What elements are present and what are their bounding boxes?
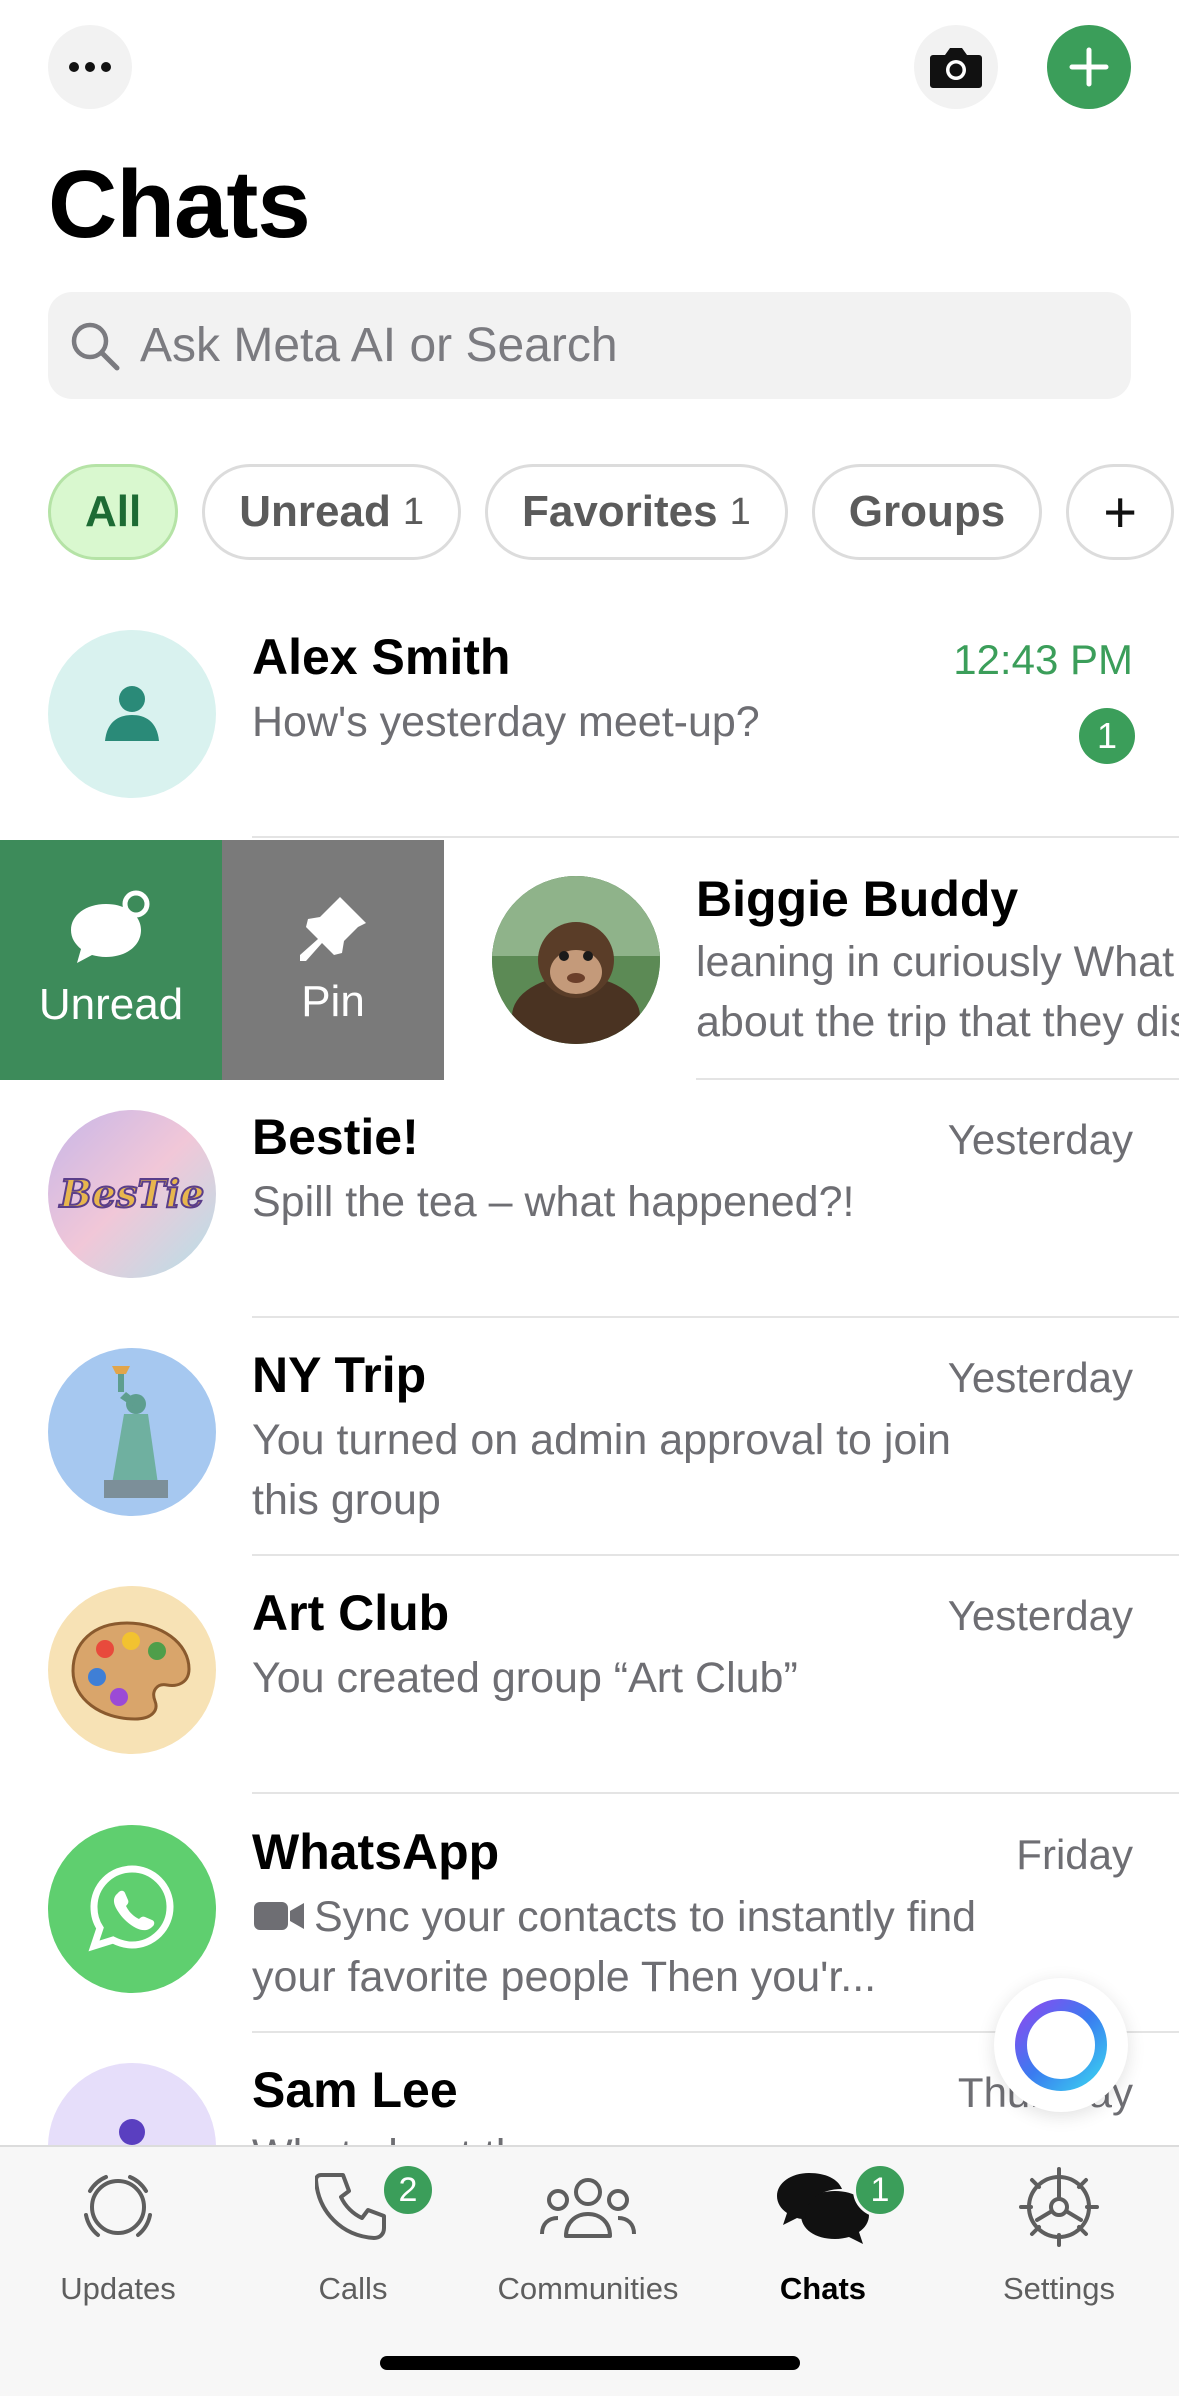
filter-label: All	[85, 487, 142, 536]
chats-badge: 1	[853, 2163, 907, 2217]
avatar	[48, 2063, 216, 2145]
person-icon	[119, 2119, 145, 2145]
search-placeholder: Ask Meta AI or Search	[140, 319, 618, 372]
calls-icon	[315, 2173, 386, 2240]
tab-icon	[1004, 2159, 1114, 2255]
pin-label: Pin	[301, 977, 365, 1026]
more-button[interactable]	[48, 25, 132, 109]
calls-badge: 2	[381, 2163, 435, 2217]
chat-row-art-club[interactable]: Art Club Yesterday You created group “Ar…	[0, 1556, 1179, 1794]
chat-name: Sam Lee	[252, 2062, 458, 2118]
filter-label: Favorites	[521, 487, 718, 536]
pin-icon	[300, 897, 366, 961]
more-icon	[69, 62, 111, 72]
chat-preview: What about the ...	[252, 2125, 1012, 2145]
settings-icon	[1019, 2167, 1099, 2247]
camera-button[interactable]	[914, 25, 998, 109]
chat-name: Bestie!	[252, 1109, 419, 1165]
meta-ai-button[interactable]	[994, 1978, 1128, 2112]
filter-favorites[interactable]: Favorites 1	[484, 464, 788, 560]
filter-label: Groups	[848, 487, 1006, 536]
tab-updates[interactable]: Updates	[18, 2159, 218, 2329]
statue-of-liberty-icon	[104, 1366, 168, 1498]
chat-row-biggie-buddy[interactable]: Unread Pin Biggie Buddy leaning in curio…	[0, 840, 1179, 1080]
filter-groups[interactable]: Groups	[811, 464, 1043, 560]
plus-icon	[1069, 47, 1109, 87]
avatar	[48, 1348, 216, 1516]
mark-unread-action[interactable]: Unread	[0, 840, 222, 1080]
avatar	[48, 1825, 216, 1993]
person-icon	[105, 686, 159, 741]
shifted-chat-content: Biggie Buddy leaning in curiously What w…	[444, 840, 1179, 1080]
tab-chats[interactable]: Chats 1	[723, 2159, 923, 2329]
avatar	[48, 630, 216, 798]
updates-icon	[84, 2175, 152, 2237]
chat-name: NY Trip	[252, 1347, 427, 1403]
tab-calls[interactable]: Calls 2	[253, 2159, 453, 2329]
chat-time: 12:43 PM	[953, 636, 1133, 683]
chat-name: Alex Smith	[252, 629, 511, 685]
palette-icon	[71, 1621, 191, 1721]
search-input[interactable]: Ask Meta AI or Search	[48, 292, 1131, 399]
monkey-avatar-icon	[492, 876, 660, 1044]
chat-time: Yesterday	[947, 1592, 1133, 1639]
tab-communities[interactable]: Communities	[488, 2159, 688, 2329]
search-icon	[71, 322, 120, 370]
chat-time: Friday	[1016, 1831, 1133, 1878]
tab-label: Settings	[1002, 2271, 1115, 2306]
filter-count: 1	[402, 490, 424, 533]
chat-row-bestie[interactable]: BesTie Bestie! Yesterday Spill the tea –…	[0, 1080, 1179, 1318]
tab-label: Communities	[497, 2271, 679, 2306]
svg-text:BesTie: BesTie	[59, 1171, 205, 1216]
meta-ai-icon	[1015, 1999, 1107, 2091]
chat-time: Yesterday	[947, 1354, 1133, 1401]
whatsapp-logo-icon	[88, 1865, 174, 1952]
camera-icon	[930, 48, 982, 88]
chat-preview: Sync your contacts to instantly find you…	[252, 1893, 977, 2001]
chat-name: Art Club	[252, 1585, 450, 1641]
avatar	[492, 876, 660, 1044]
top-bar	[0, 0, 1179, 140]
tab-settings[interactable]: Settings	[959, 2159, 1159, 2329]
divider	[252, 1792, 1179, 1794]
video-icon	[254, 1902, 304, 1930]
chat-time: Yesterday	[947, 1116, 1133, 1163]
unread-count-badge: 1	[1079, 708, 1135, 764]
tab-label: Calls	[318, 2271, 388, 2306]
filter-all[interactable]: All	[48, 464, 179, 560]
page-title: Chats	[48, 151, 311, 258]
add-filter-button[interactable]: +	[1066, 464, 1175, 560]
avatar: BesTie	[48, 1110, 216, 1278]
communities-icon	[540, 2178, 636, 2238]
chat-preview: leaning in curiously What was it about t…	[696, 938, 1179, 1046]
chat-preview: How's yesterday meet-up?	[252, 698, 760, 746]
filter-label: Unread	[239, 487, 391, 536]
tab-icon	[533, 2159, 643, 2255]
tab-label: Chats	[779, 2271, 867, 2306]
divider	[252, 836, 1179, 838]
pin-action[interactable]: Pin	[222, 840, 444, 1080]
chat-name: WhatsApp	[252, 1824, 500, 1880]
new-chat-button[interactable]	[1047, 25, 1131, 109]
chat-preview: You created group “Art Club”	[252, 1654, 798, 1702]
chat-row-ny-trip[interactable]: NY Trip Yesterday You turned on admin ap…	[0, 1318, 1179, 1556]
add-filter-label: +	[1103, 479, 1138, 545]
avatar	[48, 1586, 216, 1754]
filter-unread[interactable]: Unread 1	[202, 464, 461, 560]
filter-count: 1	[729, 490, 751, 533]
chat-preview: You turned on admin approval to join thi…	[252, 1416, 951, 1524]
filter-chips: All Unread 1 Favorites 1 Groups +	[48, 464, 1175, 560]
unread-chat-icon	[71, 890, 150, 963]
chat-name: Biggie Buddy	[696, 871, 1019, 927]
tab-label: Updates	[60, 2271, 176, 2306]
chat-row-whatsapp[interactable]: WhatsApp Friday Sync your contacts to in…	[0, 1795, 1179, 2033]
chat-row-alex-smith[interactable]: Alex Smith 12:43 PM How's yesterday meet…	[0, 600, 1179, 838]
chat-preview: Spill the tea – what happened?!	[252, 1178, 855, 1226]
bestie-logo-icon: BesTie	[58, 1170, 206, 1217]
home-indicator	[380, 2356, 800, 2370]
mark-unread-label: Unread	[38, 980, 184, 1029]
tab-icon	[63, 2159, 173, 2255]
